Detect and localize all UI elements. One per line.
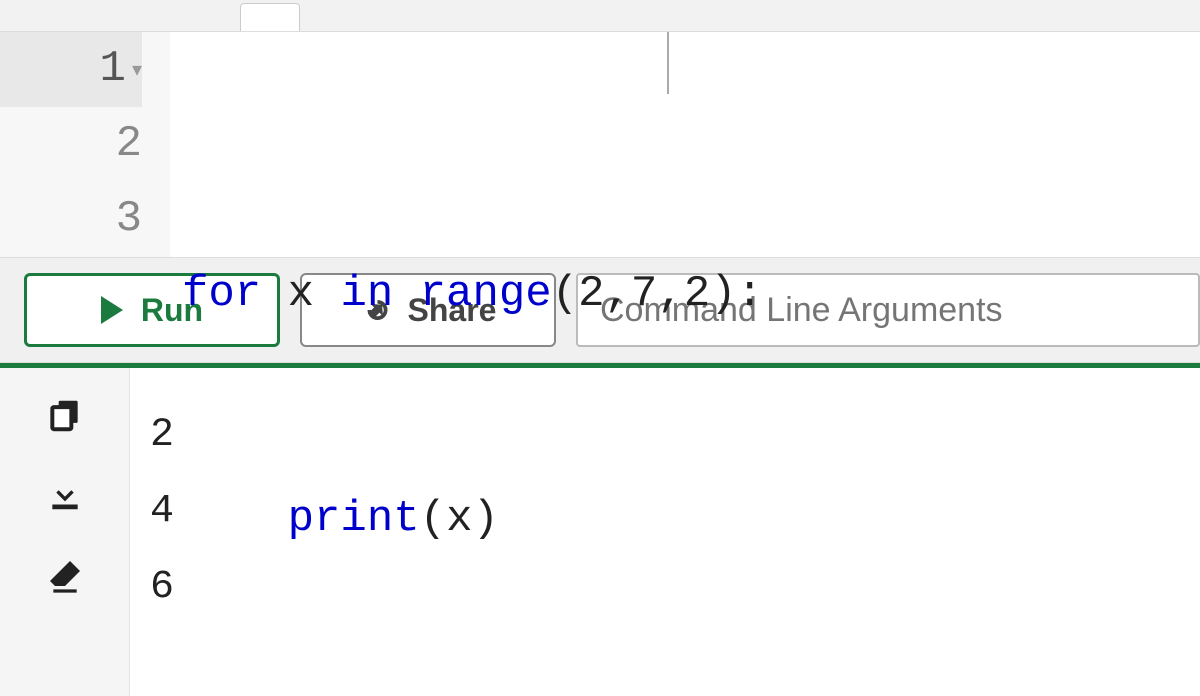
arg-2: 7 — [631, 269, 657, 319]
copy-icon[interactable] — [46, 396, 84, 434]
paren-close: ) — [472, 494, 498, 544]
download-icon[interactable] — [46, 476, 84, 514]
keyword-in: in — [340, 269, 393, 319]
text-cursor — [667, 32, 669, 94]
gutter-line-2: 2 — [0, 107, 142, 182]
func-range: range — [393, 269, 551, 319]
code-editor[interactable]: 1 ▾ 2 3 for x in range(2,7,2): print(x) — [0, 32, 1200, 257]
arg-x: x — [446, 494, 472, 544]
indent — [182, 494, 288, 544]
erase-icon[interactable] — [45, 556, 85, 596]
gutter-line-1: 1 ▾ — [0, 32, 142, 107]
tab-empty[interactable] — [240, 3, 300, 31]
line-number: 1 — [100, 32, 126, 107]
keyword-for: for — [182, 269, 261, 319]
arg-3: 2 — [684, 269, 710, 319]
line-gutter: 1 ▾ 2 3 — [0, 32, 170, 257]
gutter-line-3: 3 — [0, 182, 142, 257]
line-number: 2 — [116, 107, 142, 182]
line-number: 3 — [116, 182, 142, 257]
output-gutter — [0, 368, 130, 696]
paren-open: ( — [552, 269, 578, 319]
fold-arrow-icon[interactable]: ▾ — [132, 34, 142, 109]
var-x: x — [261, 269, 340, 319]
func-print: print — [288, 494, 420, 544]
code-line-1[interactable]: for x in range(2,7,2): — [182, 257, 1200, 332]
code-line-2[interactable]: print(x) — [182, 482, 1200, 557]
arg-1: 2 — [578, 269, 604, 319]
tab-bar — [0, 0, 1200, 32]
code-area[interactable]: for x in range(2,7,2): print(x) — [170, 32, 1200, 257]
play-icon — [101, 296, 123, 324]
comma: , — [657, 269, 683, 319]
comma: , — [605, 269, 631, 319]
paren-close-colon: ): — [710, 269, 763, 319]
paren-open: ( — [420, 494, 446, 544]
